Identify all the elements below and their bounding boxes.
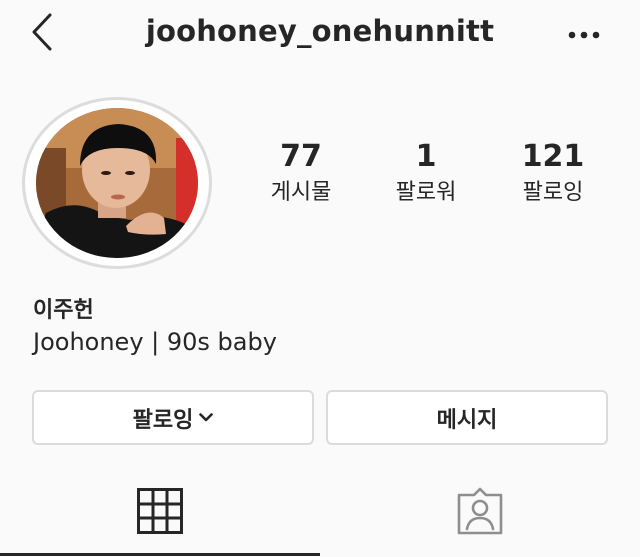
tab-grid[interactable] (0, 470, 320, 557)
posts-label: 게시물 (270, 180, 332, 205)
following-count: 121 (521, 139, 585, 174)
avatar[interactable] (22, 97, 212, 269)
tagged-person-icon (457, 487, 503, 535)
following-button-label: 팔로잉 (132, 407, 194, 433)
tab-tagged[interactable] (320, 470, 640, 557)
more-options-button[interactable] (562, 18, 606, 52)
profile-photo (36, 108, 198, 258)
following-stat[interactable]: 121 팔로잉 (493, 140, 613, 208)
profile-name: 이주헌 (33, 298, 94, 323)
message-button-label: 메시지 (436, 407, 498, 433)
profile-header: joohoney_onehunnitt (0, 0, 640, 70)
chevron-down-icon (199, 413, 214, 422)
following-button[interactable]: 팔로잉 (32, 390, 314, 445)
grid-icon (137, 488, 183, 534)
following-label: 팔로잉 (522, 180, 584, 205)
followers-count: 1 (415, 139, 437, 174)
profile-bio: Joohoney | 90s baby (33, 328, 277, 356)
more-horizontal-icon (568, 31, 600, 39)
message-button[interactable]: 메시지 (326, 390, 608, 445)
active-tab-indicator (0, 553, 320, 556)
followers-stat[interactable]: 1 팔로워 (366, 140, 486, 208)
posts-count: 77 (280, 139, 322, 174)
posts-stat[interactable]: 77 게시물 (241, 140, 361, 208)
profile-username: joohoney_onehunnitt (145, 14, 495, 48)
followers-label: 팔로워 (395, 180, 457, 205)
